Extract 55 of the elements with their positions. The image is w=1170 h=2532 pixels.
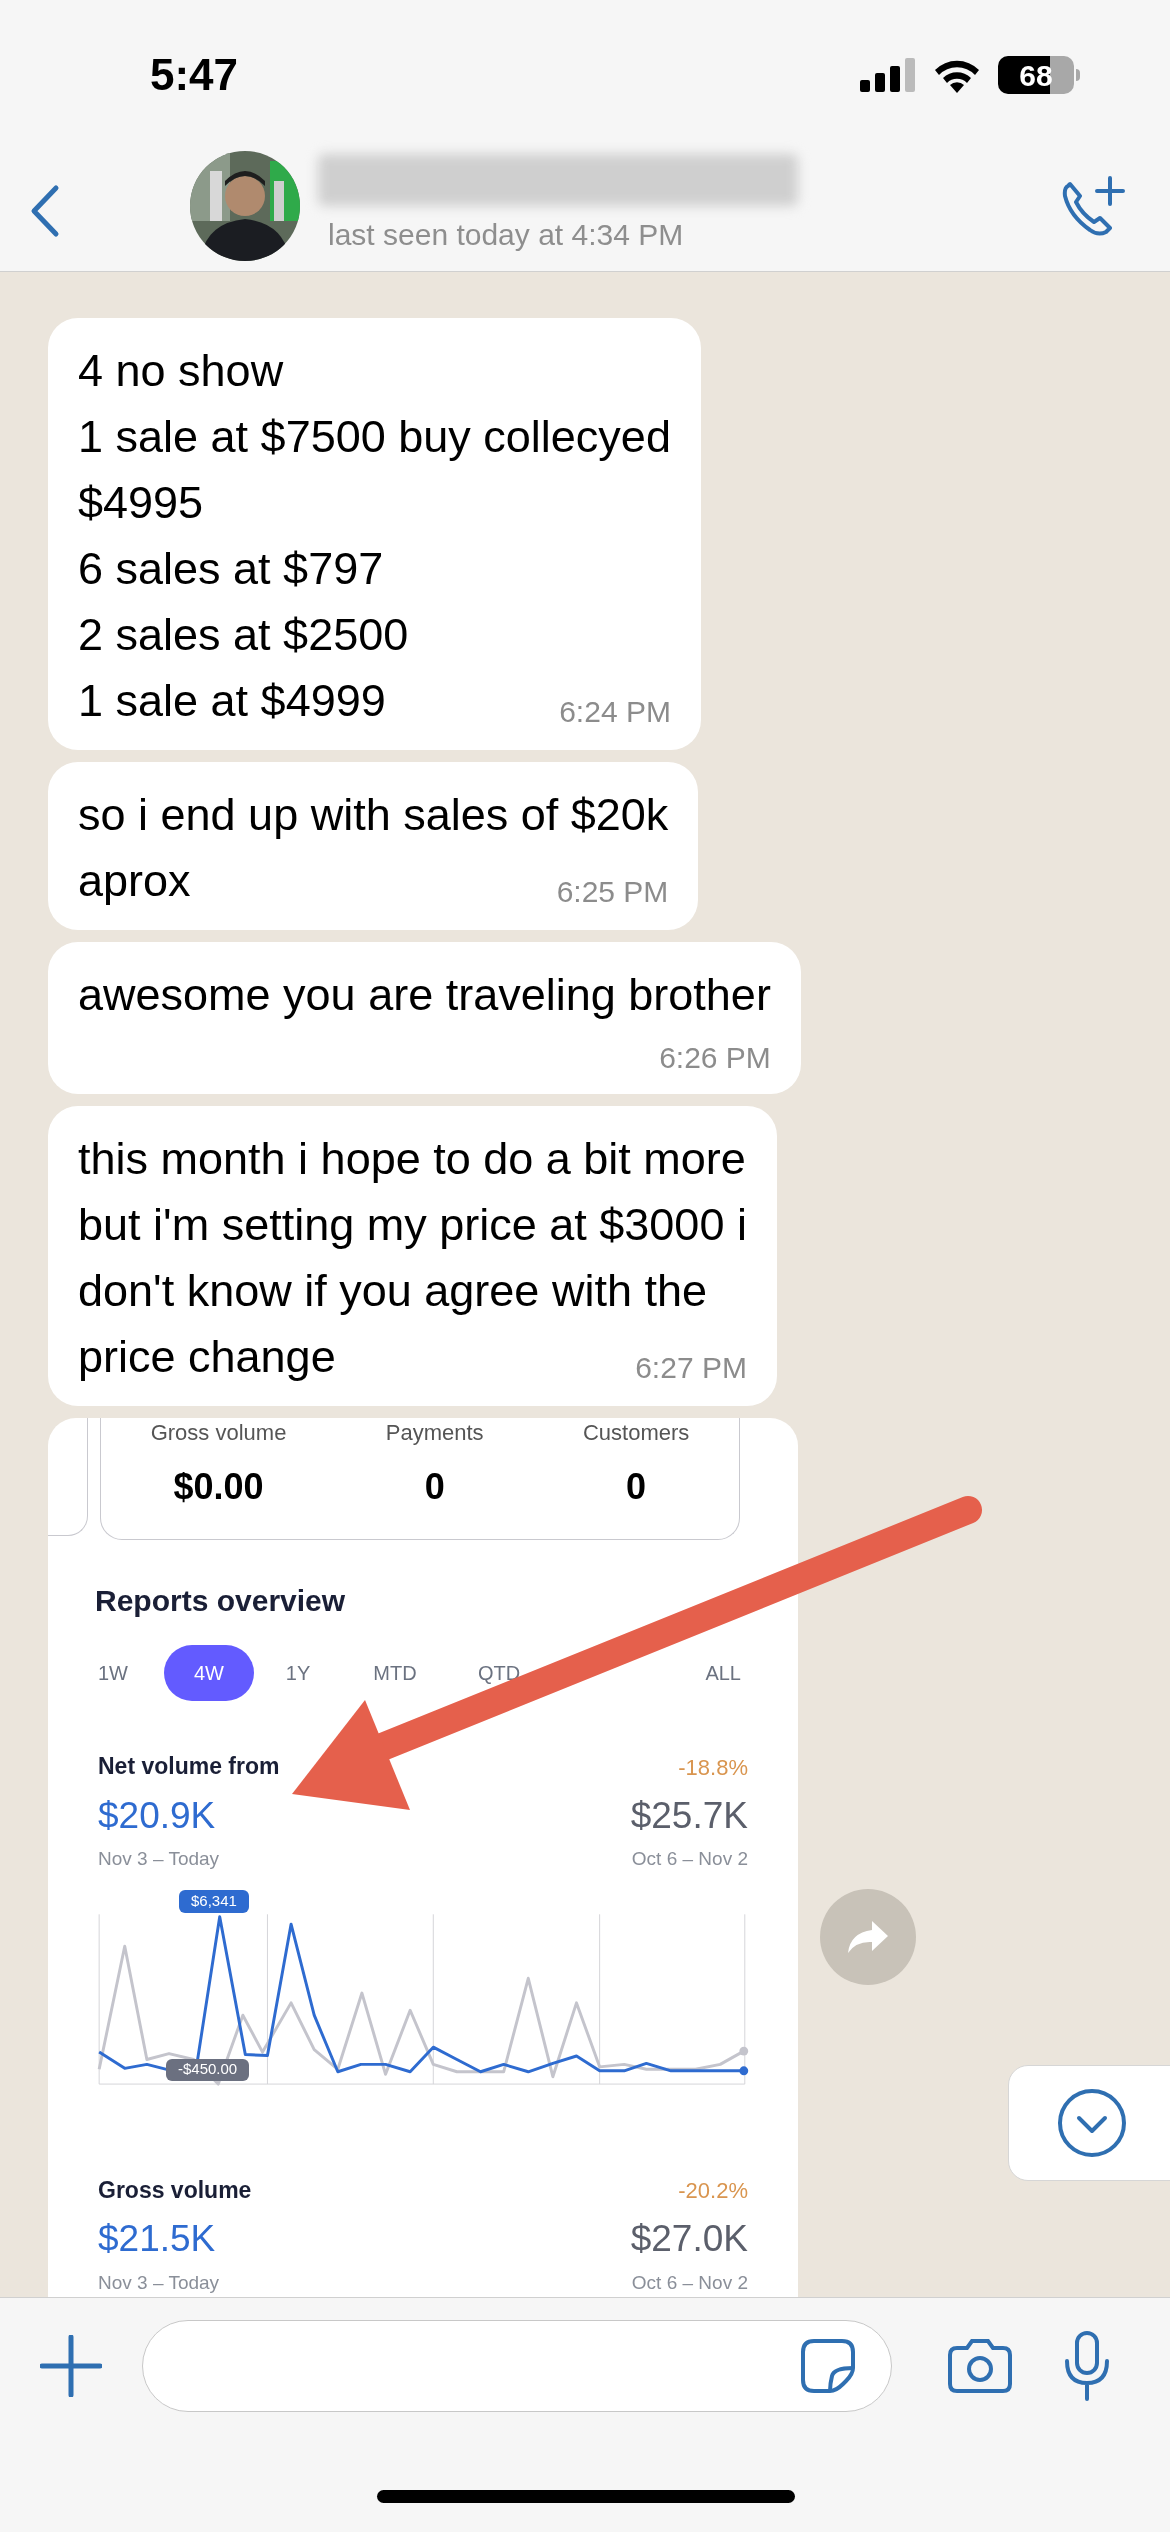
metric-label: Gross volume [98, 2175, 252, 2205]
previous-value: $25.7K [630, 1793, 748, 1838]
metric-value: $21.5K [98, 2217, 216, 2261]
sticker-icon[interactable] [800, 2338, 856, 2394]
date-range: Nov 3 – Today [98, 2270, 220, 2295]
message-text: 6 sales at $797 [78, 542, 385, 596]
forward-icon [846, 1919, 890, 1955]
message-text: so i end up with sales of $20k [78, 788, 669, 842]
message-text: this month i hope to do a bit more [78, 1132, 747, 1186]
message-text: 2 sales at $2500 [78, 608, 410, 662]
summary-value: 0 [626, 1465, 647, 1509]
message-time: 6:27 PM [635, 1350, 747, 1386]
change-percent: -20.2% [678, 2177, 748, 2205]
date-range: Oct 6 – Nov 2 [631, 1847, 748, 1871]
message-text: 4 no show [78, 344, 285, 398]
period-tab[interactable]: 4W [164, 1645, 254, 1701]
status-time: 5:47 [150, 49, 239, 101]
message-text: don't know if you agree with the [78, 1264, 708, 1318]
message-text: but i'm setting my price at $3000 i [78, 1198, 747, 1252]
summary-value: 0 [424, 1465, 445, 1509]
microphone-icon[interactable] [1063, 2331, 1111, 2401]
camera-icon[interactable] [947, 2338, 1013, 2394]
message-text: 1 sale at $4999 [78, 674, 386, 728]
change-percent: -18.8% [678, 1753, 748, 1782]
scroll-down-button[interactable] [1008, 2065, 1170, 2181]
period-tab[interactable]: MTD [369, 1658, 421, 1688]
previous-value: $27.0K [630, 2217, 748, 2261]
message-text: aprox [78, 854, 191, 908]
period-tab[interactable]: QTD [473, 1658, 525, 1688]
summary-label: Customers [582, 1420, 690, 1446]
message-text: awesome you are traveling brother [78, 968, 771, 1022]
period-tab[interactable]: 1W [94, 1658, 132, 1688]
plus-icon[interactable] [40, 2335, 102, 2397]
message-text: 1 sale at $7500 buy collecyed [78, 410, 671, 464]
last-seen-status: last seen today at 4:34 PM [328, 217, 685, 253]
chevron-down-icon [1057, 2088, 1127, 2158]
summary-label: Gross volume [150, 1420, 287, 1446]
chart-tooltip: $6,341 [179, 1889, 249, 1913]
signal-icon [860, 58, 916, 92]
date-range: Nov 3 – Today [98, 1847, 220, 1871]
message-time: 6:24 PM [559, 694, 671, 730]
message-time: 6:26 PM [659, 1040, 771, 1076]
metric-label: Net volume from [98, 1752, 280, 1781]
message-text: price change [78, 1330, 336, 1384]
back-icon[interactable] [30, 183, 60, 238]
period-tab[interactable]: ALL [701, 1658, 745, 1688]
period-tab[interactable]: 1Y [281, 1658, 315, 1688]
summary-value: $0.00 [173, 1465, 264, 1509]
message-text: $4995 [78, 476, 205, 530]
chart-tooltip: -$450.00 [166, 2058, 250, 2081]
section-title: Reports overview [95, 1583, 347, 1619]
summary-label: Payments [385, 1420, 484, 1446]
message-time: 6:25 PM [556, 874, 669, 910]
metric-value: $20.9K [98, 1793, 216, 1838]
date-range: Oct 6 – Nov 2 [631, 2270, 748, 2295]
